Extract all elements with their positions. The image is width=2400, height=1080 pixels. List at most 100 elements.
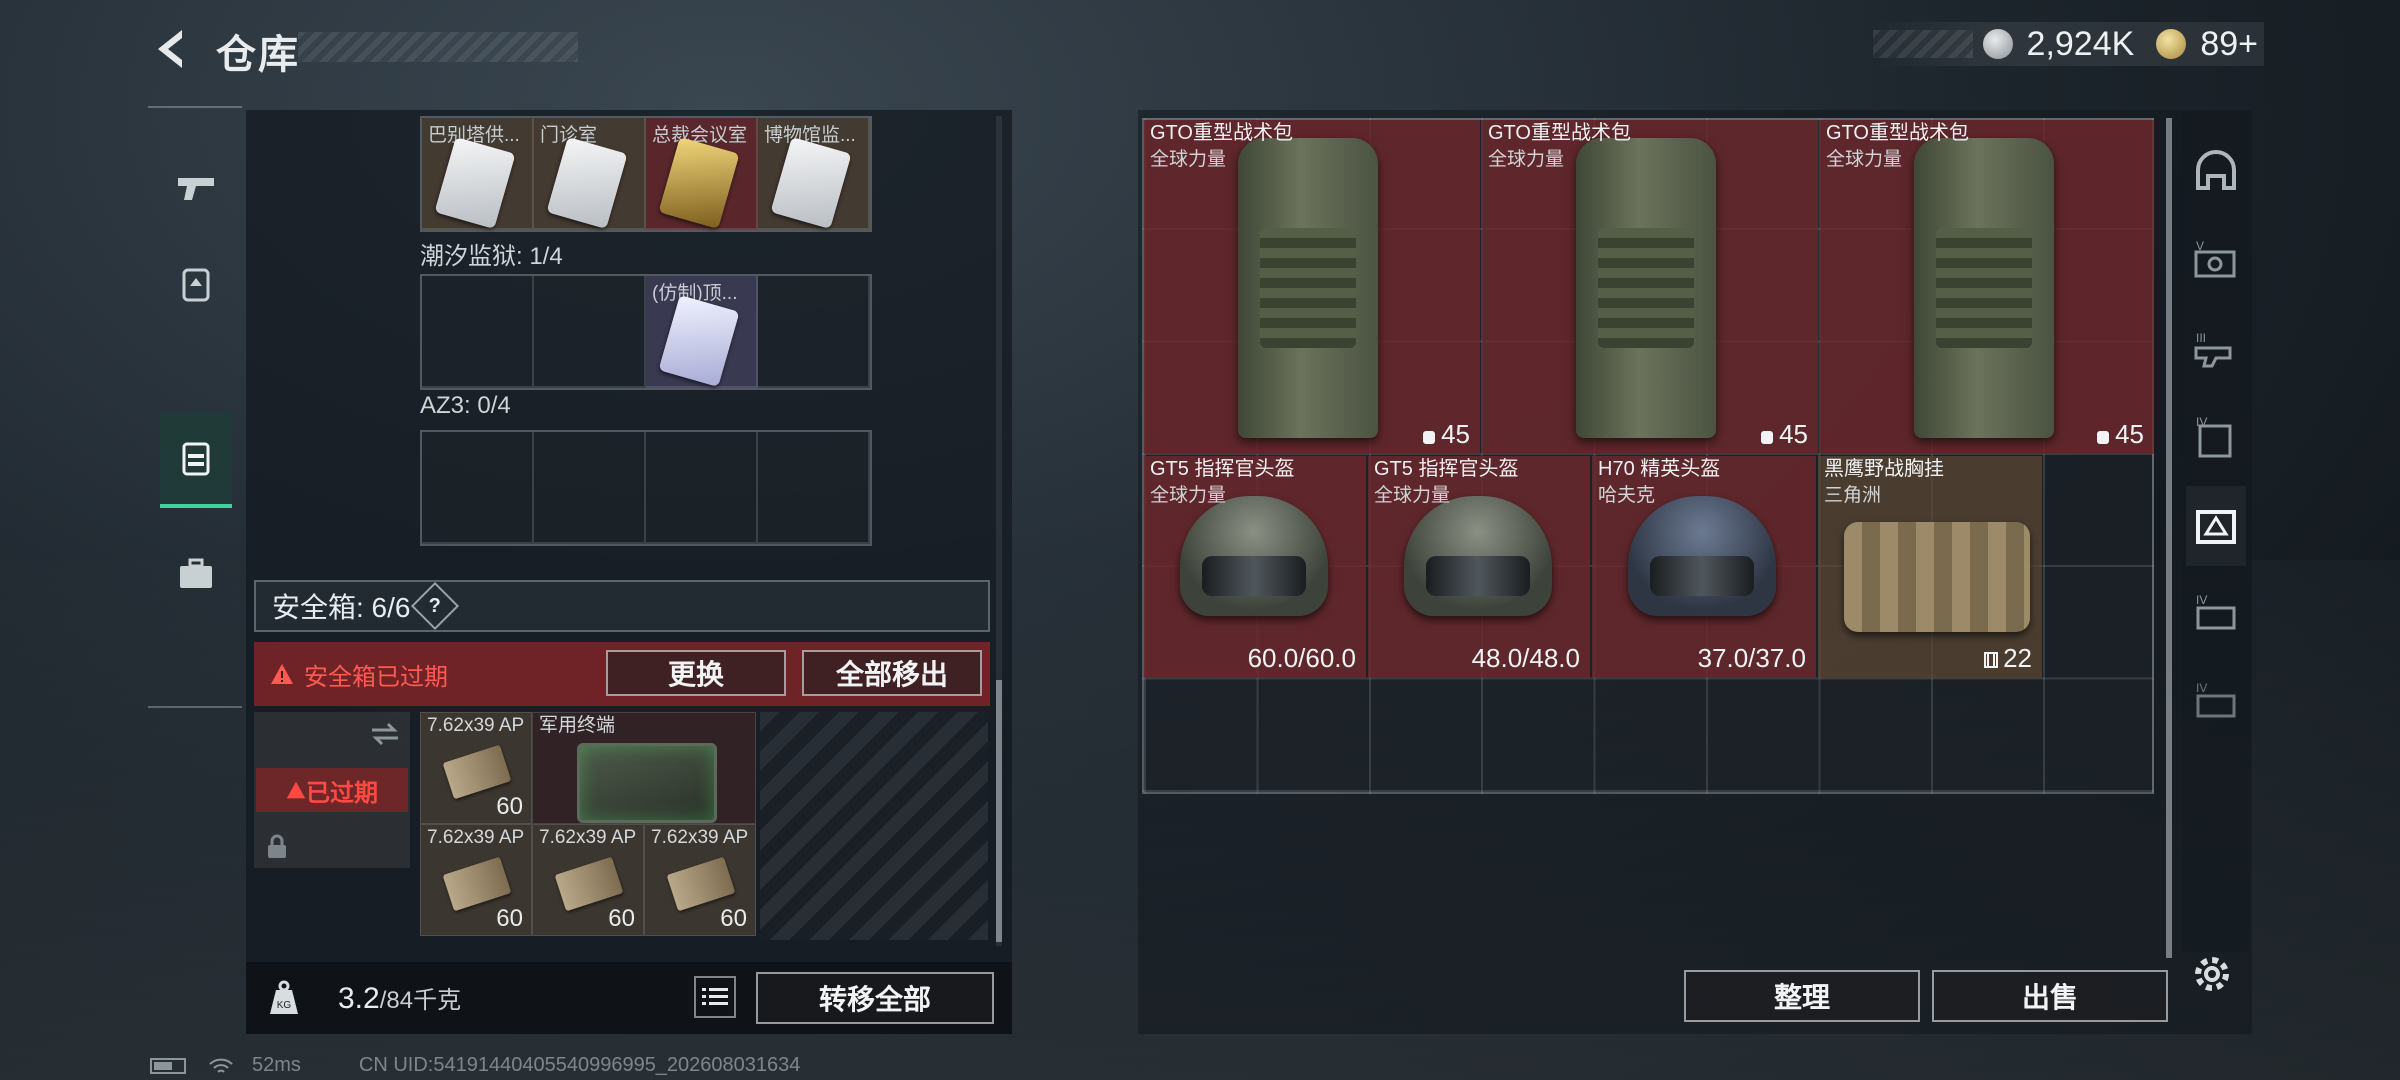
safe-box-label: 安全箱: 6/6	[272, 592, 411, 623]
remove-all-button[interactable]: 全部移出	[802, 650, 982, 696]
status-bar: 52ms CN UID:54191440405540996995_2026080…	[150, 1054, 800, 1077]
ammo-item[interactable]: 7.62x39 AP 60	[644, 824, 756, 936]
section-title-az3: AZ3: 0/4	[420, 392, 511, 419]
keycard-icon	[658, 294, 740, 388]
helmet-image	[1628, 496, 1776, 616]
chest-rig-image	[1844, 522, 2030, 632]
vest-icon	[182, 442, 210, 476]
backpack-image	[1576, 138, 1716, 438]
capacity-icon	[1761, 431, 1774, 445]
ammo-box-icon	[442, 744, 512, 800]
svg-text:III: III	[2196, 331, 2206, 345]
case-iv-b-icon: IV	[2196, 593, 2236, 630]
section-title-prison: 潮汐监狱: 1/4	[420, 243, 563, 270]
storage-item-backpack[interactable]: GTO重型战术包 全球力量 45	[1482, 120, 1818, 454]
keycard-slot[interactable]: 门诊室	[534, 118, 646, 230]
currency-silver-value: 2,924K	[2026, 24, 2135, 63]
list-view-button[interactable]	[694, 976, 736, 1018]
helmet-image	[1404, 496, 1552, 616]
sell-button[interactable]: 出售	[1932, 970, 2168, 1022]
nav-safe-box[interactable]	[160, 412, 232, 508]
back-arrow-icon[interactable]	[148, 26, 194, 72]
keycard-icon	[770, 136, 852, 230]
case-v-icon: V	[2194, 239, 2236, 278]
terminal-icon	[577, 743, 717, 823]
pistol-icon	[178, 178, 214, 200]
settings-gear-icon[interactable]	[2190, 952, 2234, 996]
list-icon	[702, 988, 728, 1005]
case-iv-c-icon: IV	[2196, 681, 2236, 718]
right-scrollbar[interactable]	[2166, 118, 2172, 958]
weight-icon: KG	[270, 980, 298, 1014]
storage-tab-6[interactable]: IV	[2186, 574, 2246, 654]
ammo-box-icon	[442, 856, 512, 912]
storage-item-backpack[interactable]: GTO重型战术包 全球力量 45	[1820, 120, 2154, 454]
storage-tab-1[interactable]	[2186, 134, 2246, 214]
backpack-icon	[182, 268, 210, 302]
warning-icon	[286, 781, 306, 799]
nav-items[interactable]	[160, 526, 232, 622]
svg-text:IV: IV	[2196, 681, 2207, 695]
keycard-grid-top: 巴别塔供... 门诊室 总裁会议室 博物馆监...	[420, 116, 872, 232]
replace-button[interactable]: 更换	[606, 650, 786, 696]
storage-item-helmet[interactable]: GT5 指挥官头盔 全球力量 48.0/48.0	[1368, 456, 1590, 678]
keycard-icon	[658, 136, 740, 230]
storage-tab-2[interactable]: V	[2186, 222, 2246, 302]
page-title: 仓库	[216, 33, 300, 77]
safe-box-header: 安全箱: 6/6 ?	[254, 580, 990, 632]
weight-readout: 3.2/84千克	[338, 982, 462, 1015]
keycard-slot-empty[interactable]	[422, 432, 534, 544]
top-bar: 仓库 2,924K 89+	[0, 0, 2400, 100]
keycard-slot-empty[interactable]	[646, 432, 758, 544]
briefcase-icon	[180, 558, 212, 588]
keycard-slot-empty[interactable]	[534, 432, 646, 544]
gold-coin-icon[interactable]	[2156, 29, 2187, 59]
left-scrollbar-thumb[interactable]	[996, 680, 1002, 942]
keycard-slot-empty[interactable]	[422, 276, 534, 388]
nav-equipment[interactable]	[160, 236, 232, 332]
user-uid: CN UID:54191440405540996995_202608031634	[358, 1054, 801, 1076]
keycard-slot-empty[interactable]	[758, 276, 870, 388]
keycard-slot-empty[interactable]	[534, 276, 646, 388]
ammo-box-icon	[554, 856, 624, 912]
swap-icon[interactable]	[370, 722, 400, 746]
keycard-grid-prison: (仿制)顶...	[420, 274, 872, 390]
storage-tab-7[interactable]: IV	[2186, 662, 2246, 742]
capacity-icon	[2097, 431, 2110, 445]
backpack-image	[1238, 138, 1378, 438]
keycard-slot-empty[interactable]	[758, 432, 870, 544]
safe-locked-area	[760, 712, 988, 940]
capacity-icon	[1423, 431, 1436, 445]
ammo-item[interactable]: 7.62x39 AP 60	[420, 824, 532, 936]
keycard-slot[interactable]: 总裁会议室	[646, 118, 758, 230]
storage-item-helmet[interactable]: H70 精英头盔 哈夫克 37.0/37.0	[1592, 456, 1816, 678]
ping-readout: 52ms	[252, 1054, 301, 1076]
storage-item-backpack[interactable]: GTO重型战术包 全球力量 45	[1144, 120, 1480, 454]
storage-tab-4[interactable]: IV	[2186, 398, 2246, 478]
storage-item-chest-rig[interactable]: 黑鹰野战胸挂 三角洲 22	[1818, 456, 2042, 678]
sort-button[interactable]: 整理	[1684, 970, 1920, 1022]
svg-text:V: V	[2196, 239, 2204, 253]
safe-case-slot[interactable]: 已过期	[254, 712, 410, 868]
currency-gold-value[interactable]: 89+	[2200, 25, 2258, 64]
right-storage-nav: V III IV IV IV	[2182, 112, 2250, 952]
storage-tab-5-active[interactable]	[2186, 486, 2246, 566]
left-category-nav	[148, 106, 242, 714]
nav-weapons[interactable]	[160, 140, 232, 236]
ammo-item[interactable]: 7.62x39 AP 60	[420, 712, 532, 824]
keycard-slot[interactable]: (仿制)顶...	[646, 276, 758, 388]
ammo-item[interactable]: 7.62x39 AP 60	[532, 824, 644, 936]
lock-icon	[268, 834, 286, 858]
help-button[interactable]: ?	[411, 581, 460, 631]
transfer-all-button[interactable]: 转移全部	[756, 972, 994, 1024]
storage-item-helmet[interactable]: GT5 指挥官头盔 全球力量 60.0/60.0	[1144, 456, 1366, 678]
expired-warning-text: 安全箱已过期	[304, 663, 448, 691]
keycard-slot[interactable]: 巴别塔供...	[422, 118, 534, 230]
title-decoration	[298, 32, 578, 62]
keycard-icon	[434, 136, 516, 230]
military-terminal-item[interactable]: 军用终端	[532, 712, 756, 824]
case-selected-icon	[2196, 510, 2236, 544]
backpack-image	[1914, 138, 2054, 438]
keycard-slot[interactable]: 博物馆监...	[758, 118, 870, 230]
storage-tab-3[interactable]: III	[2186, 310, 2246, 390]
